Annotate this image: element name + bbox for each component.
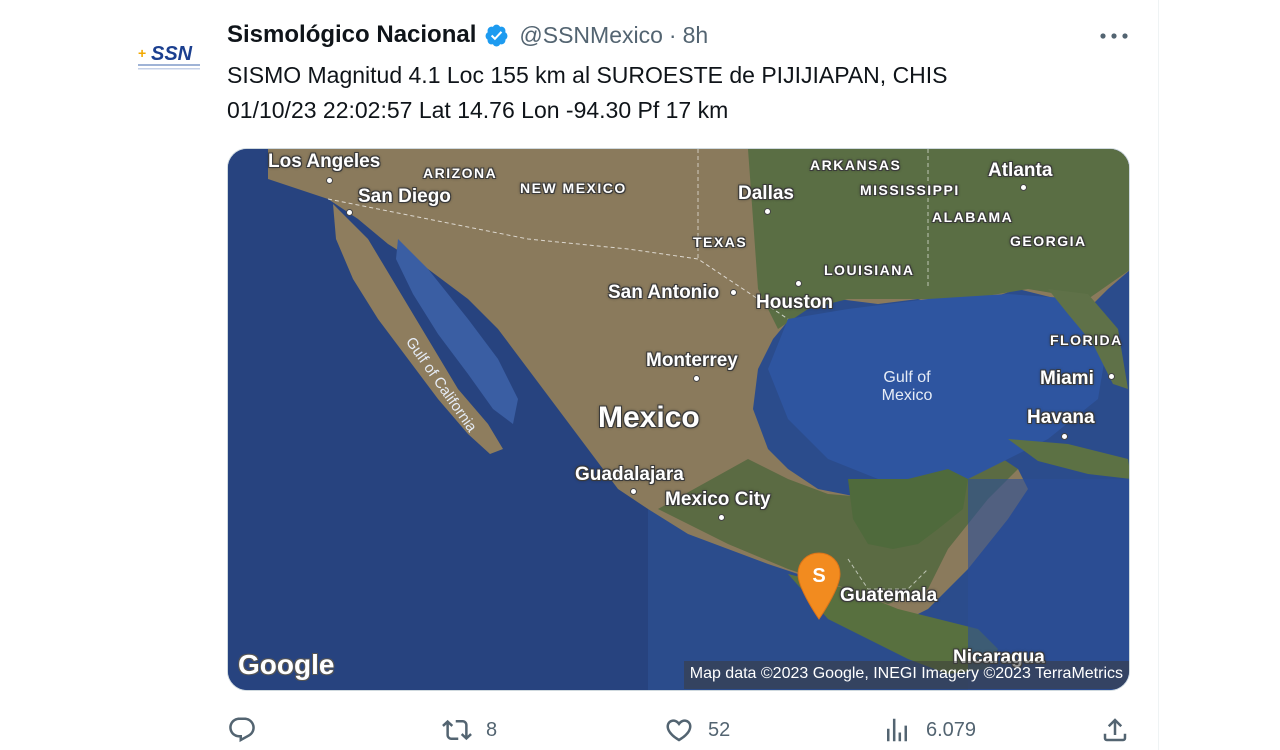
map-label-san-antonio: San Antonio	[608, 282, 720, 303]
retweet-button[interactable]: 8	[442, 712, 497, 748]
svg-text:+: +	[138, 45, 146, 61]
reply-icon	[229, 717, 255, 743]
map-label-los-angeles: Los Angeles	[268, 151, 381, 172]
map-dot-dallas	[764, 208, 771, 215]
map-label-miami: Miami	[1040, 368, 1094, 389]
map-label-louisiana: LOUISIANA	[824, 262, 915, 278]
map-dot-san-antonio	[730, 289, 737, 296]
tweet-timestamp[interactable]: 8h	[683, 22, 709, 49]
map-label-houston: Houston	[756, 292, 834, 313]
map-label-guadalajara: Guadalajara	[575, 464, 684, 485]
map-label-mexico-city: Mexico City	[665, 489, 771, 510]
map-dot-san-diego	[346, 209, 353, 216]
map-dot-atlanta	[1020, 184, 1027, 191]
timeline-divider	[1158, 0, 1159, 750]
more-icon[interactable]	[1096, 22, 1132, 50]
tweet-text: SISMO Magnitud 4.1 Loc 155 km al SUROEST…	[227, 62, 948, 123]
tweet-actions: 8 52 6.079	[227, 712, 1137, 748]
map-label-georgia: GEORGIA	[1010, 233, 1087, 249]
map-dot-monterrey	[693, 375, 700, 382]
like-count: 52	[708, 718, 731, 741]
like-button[interactable]: 52	[664, 712, 730, 748]
map-label-mississippi: MISSISSIPPI	[860, 182, 960, 198]
views-icon	[887, 718, 907, 742]
separator-dot: ·	[668, 21, 677, 48]
avatar[interactable]: + SSN	[132, 18, 206, 92]
map-dot-mexico-city	[718, 514, 725, 521]
map-label-gulf-of-mexico-line2: Mexico	[881, 387, 933, 404]
map-label-atlanta: Atlanta	[988, 160, 1053, 181]
map-label-gulf-of-mexico-line1: Gulf of	[883, 369, 931, 386]
map-dot-guadalajara	[630, 488, 637, 495]
map-dot-houston	[795, 280, 802, 287]
map-image[interactable]: Los Angeles San Diego ARIZONA NEW MEXICO…	[227, 148, 1130, 691]
map-attribution: Map data ©2023 Google, INEGI Imagery ©20…	[683, 661, 1129, 689]
verified-icon	[484, 23, 509, 48]
map-label-havana: Havana	[1027, 407, 1095, 428]
map-pin-icon[interactable]: S	[796, 551, 842, 621]
share-icon	[1103, 718, 1127, 742]
views-button[interactable]: 6.079	[882, 712, 976, 748]
svg-text:SSN: SSN	[151, 43, 193, 65]
tweet-header: Sismológico Nacional @SSNMexico · 8h	[227, 18, 708, 52]
map-label-arizona: ARIZONA	[423, 165, 498, 181]
map-label-monterrey: Monterrey	[646, 350, 738, 371]
map-label-florida: FLORIDA	[1050, 332, 1123, 348]
google-logo: Google	[238, 649, 335, 680]
views-count: 6.079	[926, 718, 977, 741]
map-label-alabama: ALABAMA	[932, 209, 1014, 225]
share-button[interactable]	[1100, 712, 1130, 748]
retweet-count: 8	[486, 718, 498, 741]
map-label-mexico: Mexico	[598, 401, 700, 434]
map-label-guatemala: Guatemala	[840, 585, 938, 606]
map-label-new-mexico: NEW MEXICO	[520, 180, 627, 196]
map-pin-letter: S	[812, 565, 825, 587]
author-name[interactable]: Sismológico Nacional	[227, 21, 476, 49]
author-handle[interactable]: @SSNMexico	[519, 22, 663, 49]
map-label-gulf-of-mexico: Gulf of Mexico	[868, 369, 946, 405]
map-dot-havana	[1061, 433, 1068, 440]
map-dot-miami	[1108, 373, 1115, 380]
map-label-san-diego: San Diego	[358, 186, 451, 207]
map-label-dallas: Dallas	[738, 183, 794, 204]
like-icon	[666, 719, 692, 742]
map-dot-los-angeles	[326, 177, 333, 184]
ssn-logo: + SSN	[132, 18, 206, 92]
retweet-icon	[442, 719, 472, 741]
reply-button[interactable]	[227, 712, 271, 748]
map-label-arkansas: ARKANSAS	[810, 157, 902, 173]
map-label-texas: TEXAS	[693, 234, 748, 250]
